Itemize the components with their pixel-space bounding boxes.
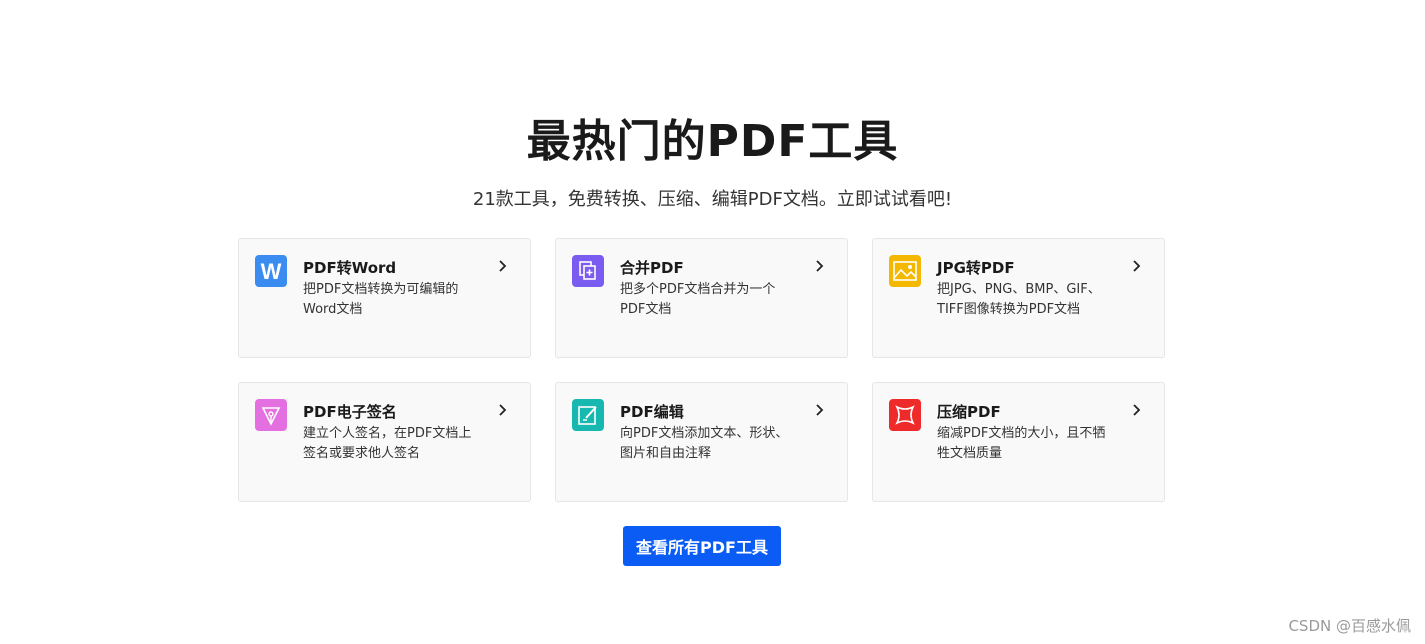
chevron-right-icon xyxy=(813,403,827,417)
compress-icon xyxy=(889,399,921,431)
pen-nib-icon xyxy=(255,399,287,431)
tool-card-title: PDF电子签名 xyxy=(303,403,397,421)
chevron-right-icon xyxy=(813,259,827,273)
image-icon xyxy=(889,255,921,287)
tool-card-desc: 把PDF文档转换为可编辑的Word文档 xyxy=(303,282,459,317)
chevron-right-icon xyxy=(1130,259,1144,273)
tool-card-pdf-to-word[interactable]: W PDF转Word 把PDF文档转换为可编辑的Word文档 xyxy=(238,238,531,358)
tool-card-desc: 把多个PDF文档合并为一个PDF文档 xyxy=(620,282,776,317)
tool-card-edit-pdf[interactable]: PDF编辑 向PDF文档添加文本、形状、图片和自由注释 xyxy=(555,382,848,502)
chevron-right-icon xyxy=(1130,403,1144,417)
tool-card-merge-pdf[interactable]: 合并PDF 把多个PDF文档合并为一个PDF文档 xyxy=(555,238,848,358)
page-subtitle: 21款工具，免费转换、压缩、编辑PDF文档。立即试试看吧! xyxy=(472,189,953,210)
tool-card-title: 压缩PDF xyxy=(937,403,1001,421)
tool-card-desc: 把JPG、PNG、BMP、GIF、TIFF图像转换为PDF文档 xyxy=(937,282,1101,317)
tool-card-title: PDF转Word xyxy=(303,259,397,277)
tool-card-esign-pdf[interactable]: PDF电子签名 建立个人签名，在PDF文档上签名或要求他人签名 xyxy=(238,382,531,502)
tool-card-title: PDF编辑 xyxy=(620,403,684,421)
chevron-right-icon xyxy=(496,259,510,273)
watermark: CSDN @百感水佩 xyxy=(1288,617,1411,635)
view-all-tools-button[interactable]: 查看所有PDF工具 xyxy=(623,526,781,566)
svg-text:W: W xyxy=(261,259,282,284)
tools-grid: W PDF转Word 把PDF文档转换为可编辑的Word文档 合并PDF 把多个… xyxy=(238,238,1165,502)
chevron-right-icon xyxy=(496,403,510,417)
word-icon: W xyxy=(255,255,287,287)
tool-card-compress-pdf[interactable]: 压缩PDF 缩减PDF文档的大小，且不牺牲文档质量 xyxy=(872,382,1165,502)
tool-card-desc: 向PDF文档添加文本、形状、图片和自由注释 xyxy=(620,426,789,461)
tool-card-title: JPG转PDF xyxy=(937,259,1015,277)
tool-card-desc: 建立个人签名，在PDF文档上签名或要求他人签名 xyxy=(303,426,472,461)
edit-icon xyxy=(572,399,604,431)
page-title: 最热门的PDF工具 xyxy=(526,116,899,167)
tool-card-desc: 缩减PDF文档的大小，且不牺牲文档质量 xyxy=(937,426,1106,461)
merge-icon xyxy=(572,255,604,287)
tool-card-title: 合并PDF xyxy=(620,259,684,277)
tool-card-jpg-to-pdf[interactable]: JPG转PDF 把JPG、PNG、BMP、GIF、TIFF图像转换为PDF文档 xyxy=(872,238,1165,358)
